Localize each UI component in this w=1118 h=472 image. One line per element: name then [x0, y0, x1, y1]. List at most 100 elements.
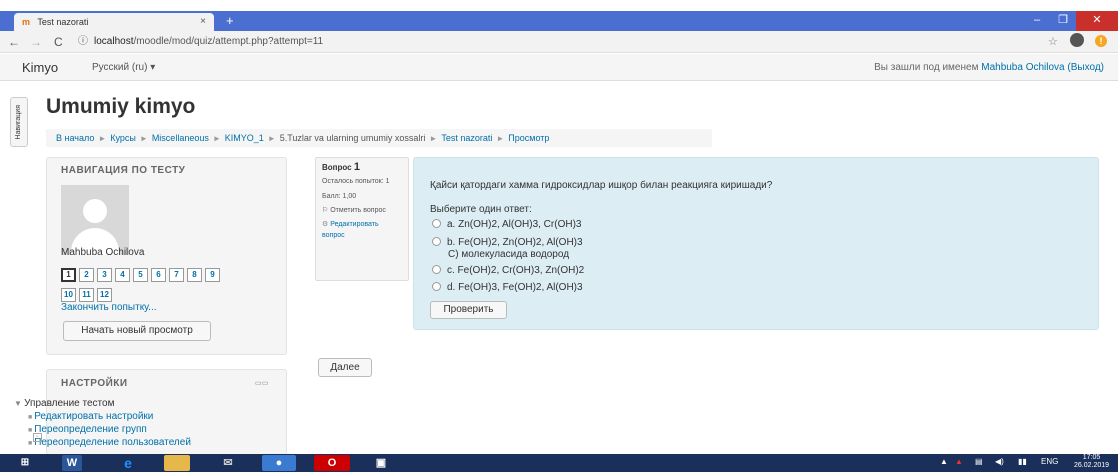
radio-button[interactable]: [432, 237, 441, 246]
top-strip: [0, 0, 1118, 11]
info-icon[interactable]: ⓘ: [78, 34, 88, 50]
user-name: Mahbuba Ochilova: [61, 247, 145, 258]
browser-tab[interactable]: m Test nazorati ×: [14, 13, 214, 31]
forward-arrow-icon[interactable]: →: [30, 34, 42, 50]
opera-icon[interactable]: O: [314, 455, 350, 471]
breadcrumb-preview[interactable]: Просмотр: [508, 133, 549, 143]
next-button[interactable]: Далее: [318, 358, 372, 377]
question-info: Вопрос 1 Осталось попыток: 1 Балл: 1,00 …: [315, 157, 409, 281]
question-content: Қайси қатордаги хамма гидроксидлар ишқор…: [413, 157, 1099, 330]
volume-icon[interactable]: ◀): [995, 457, 1004, 466]
navigation-block-tab[interactable]: Навигация: [10, 97, 28, 147]
breadcrumb-course[interactable]: KIMYO_1: [225, 133, 264, 143]
breadcrumb: В начало ► Курсы ► Miscellaneous ► KIMYO_1 ► 5.T…: [46, 129, 712, 147]
settings-link-label[interactable]: Переопределение пользователей: [34, 437, 191, 448]
flag-question[interactable]: ⚐ Отметить вопрос: [322, 205, 402, 216]
question-nav-row-1: 123456789: [61, 264, 223, 282]
question-nav-button[interactable]: 6: [151, 268, 166, 282]
account-icon[interactable]: [1070, 33, 1084, 47]
flag-label: Отметить вопрос: [330, 207, 386, 214]
tab-close-icon[interactable]: ×: [200, 13, 206, 31]
breadcrumb-quiz[interactable]: Test nazorati: [441, 133, 492, 143]
question-number-value: 1: [353, 161, 360, 173]
question-score: Балл: 1,00: [322, 193, 357, 200]
edit-question[interactable]: ⚙ Редактировать вопрос: [322, 219, 402, 241]
breadcrumb-courses[interactable]: Курсы: [110, 133, 136, 143]
radio-button[interactable]: [432, 219, 441, 228]
login-info: Вы зашли под именем Mahbuba Ochilova (Вы…: [874, 62, 1104, 73]
question-nav-button[interactable]: 11: [79, 288, 94, 302]
file-explorer-icon[interactable]: [164, 455, 190, 471]
question-nav-button[interactable]: 2: [79, 268, 94, 282]
profile-link[interactable]: Mahbuba Ochilova: [981, 62, 1064, 73]
block-tab-label: Навигация: [15, 105, 22, 140]
alert-icon[interactable]: !: [1095, 35, 1107, 47]
edit-question-link[interactable]: Редактировать вопрос: [322, 221, 379, 239]
moodle-favicon-icon: m: [22, 17, 31, 27]
question-nav-button[interactable]: 7: [169, 268, 184, 282]
word-icon[interactable]: W: [62, 455, 82, 471]
gear-icon: ⚙: [322, 221, 331, 228]
url-path: /moodle/mod/quiz/attempt.php?attempt=11: [133, 36, 324, 47]
network-icon[interactable]: ▤: [975, 457, 983, 466]
attempts-left: Осталось попыток: 1: [322, 178, 390, 185]
internet-explorer-icon[interactable]: e: [113, 455, 143, 471]
save-app-icon[interactable]: ▣: [366, 455, 396, 471]
question-nav-button[interactable]: 8: [187, 268, 202, 282]
url-field[interactable]: localhost/moodle/mod/quiz/attempt.php?at…: [94, 34, 1084, 50]
clock-time: 17:05: [1082, 454, 1101, 461]
chrome-icon[interactable]: ●: [262, 455, 296, 471]
mail-icon[interactable]: ✉: [213, 455, 243, 471]
radio-button[interactable]: [432, 282, 441, 291]
block-actions-icon[interactable]: ▭▭: [255, 379, 268, 387]
check-button[interactable]: Проверить: [430, 301, 507, 319]
windows-start-icon[interactable]: ⊞: [14, 455, 36, 471]
tray-up-icon[interactable]: ▲: [940, 457, 948, 466]
restore-icon[interactable]: ❐: [1050, 11, 1076, 31]
answer-option[interactable]: a. Zn(OH)2, Al(OH)3, Cr(OH)3: [432, 219, 581, 231]
start-new-preview-button[interactable]: Начать новый просмотр: [63, 321, 211, 341]
question-nav-button[interactable]: 3: [97, 268, 112, 282]
reload-icon[interactable]: C: [54, 34, 63, 50]
login-prefix: Вы зашли под именем: [874, 62, 979, 73]
finish-attempt-link[interactable]: Закончить попытку...: [61, 302, 157, 313]
answer-option[interactable]: b. Fe(OH)2, Zn(OH)2, Al(OH)3 С) молекулас…: [432, 237, 583, 261]
breadcrumb-section[interactable]: 5.Tuzlar va ularning umumiy xossalri: [280, 133, 426, 143]
question-nav-button[interactable]: 12: [97, 288, 112, 302]
new-tab-button[interactable]: +: [226, 13, 234, 29]
settings-section[interactable]: ▼ Управление тестом: [14, 398, 191, 409]
star-icon[interactable]: ☆: [1048, 35, 1058, 48]
question-nav-button[interactable]: 10: [61, 288, 76, 302]
question-nav-button[interactable]: 4: [115, 268, 130, 282]
language-menu[interactable]: Русский (ru) ▾: [92, 62, 155, 73]
answer-option[interactable]: d. Fe(OH)3, Fe(OH)2, Al(OH)3: [432, 282, 583, 294]
question-number: Вопрос 1: [322, 162, 402, 173]
settings-link-label[interactable]: Переопределение групп: [34, 424, 147, 435]
settings-link-label[interactable]: Редактировать настройки: [34, 411, 153, 422]
windows-taskbar: ⊞ W e ✉ ● O ▣ ▲ ▲ ▤ ◀) ▮▮ ENG 17:05 26.02…: [0, 454, 1118, 472]
back-arrow-icon[interactable]: ←: [8, 34, 20, 50]
browser-tab-bar: m Test nazorati × + – ❐ ✕: [0, 11, 1118, 31]
warning-icon[interactable]: ▲: [955, 457, 963, 466]
logout-link[interactable]: (Выход): [1067, 62, 1104, 73]
dock-block-icon[interactable]: ▫: [33, 433, 42, 442]
radio-button[interactable]: [432, 265, 441, 274]
settings-link[interactable]: ■ Переопределение групп: [28, 424, 191, 435]
question-nav-button[interactable]: 9: [205, 268, 220, 282]
answer-option[interactable]: c. Fe(OH)2, Cr(OH)3, Zn(OH)2: [432, 265, 584, 277]
language-indicator[interactable]: ENG: [1041, 457, 1058, 466]
breadcrumb-category[interactable]: Miscellaneous: [152, 133, 209, 143]
question-nav-button[interactable]: 1: [61, 268, 76, 282]
question-nav-button[interactable]: 5: [133, 268, 148, 282]
settings-link[interactable]: ■ Переопределение пользователей: [28, 437, 191, 448]
quiz-navigation-block: НАВИГАЦИЯ ПО ТЕСТУ Mahbuba Ochilova 1234…: [46, 157, 287, 355]
answer-label: d. Fe(OH)3, Fe(OH)2, Al(OH)3: [447, 282, 583, 293]
minimize-icon[interactable]: –: [1024, 11, 1050, 31]
window-close-icon[interactable]: ✕: [1076, 11, 1118, 31]
clock[interactable]: 17:05 26.02.2019: [1074, 454, 1109, 470]
signal-icon[interactable]: ▮▮: [1018, 457, 1027, 466]
settings-link[interactable]: ■ Редактировать настройки: [28, 411, 191, 422]
site-brand[interactable]: Kimyo: [22, 60, 58, 75]
url-host: localhost: [94, 36, 134, 47]
breadcrumb-home[interactable]: В начало: [56, 133, 94, 143]
